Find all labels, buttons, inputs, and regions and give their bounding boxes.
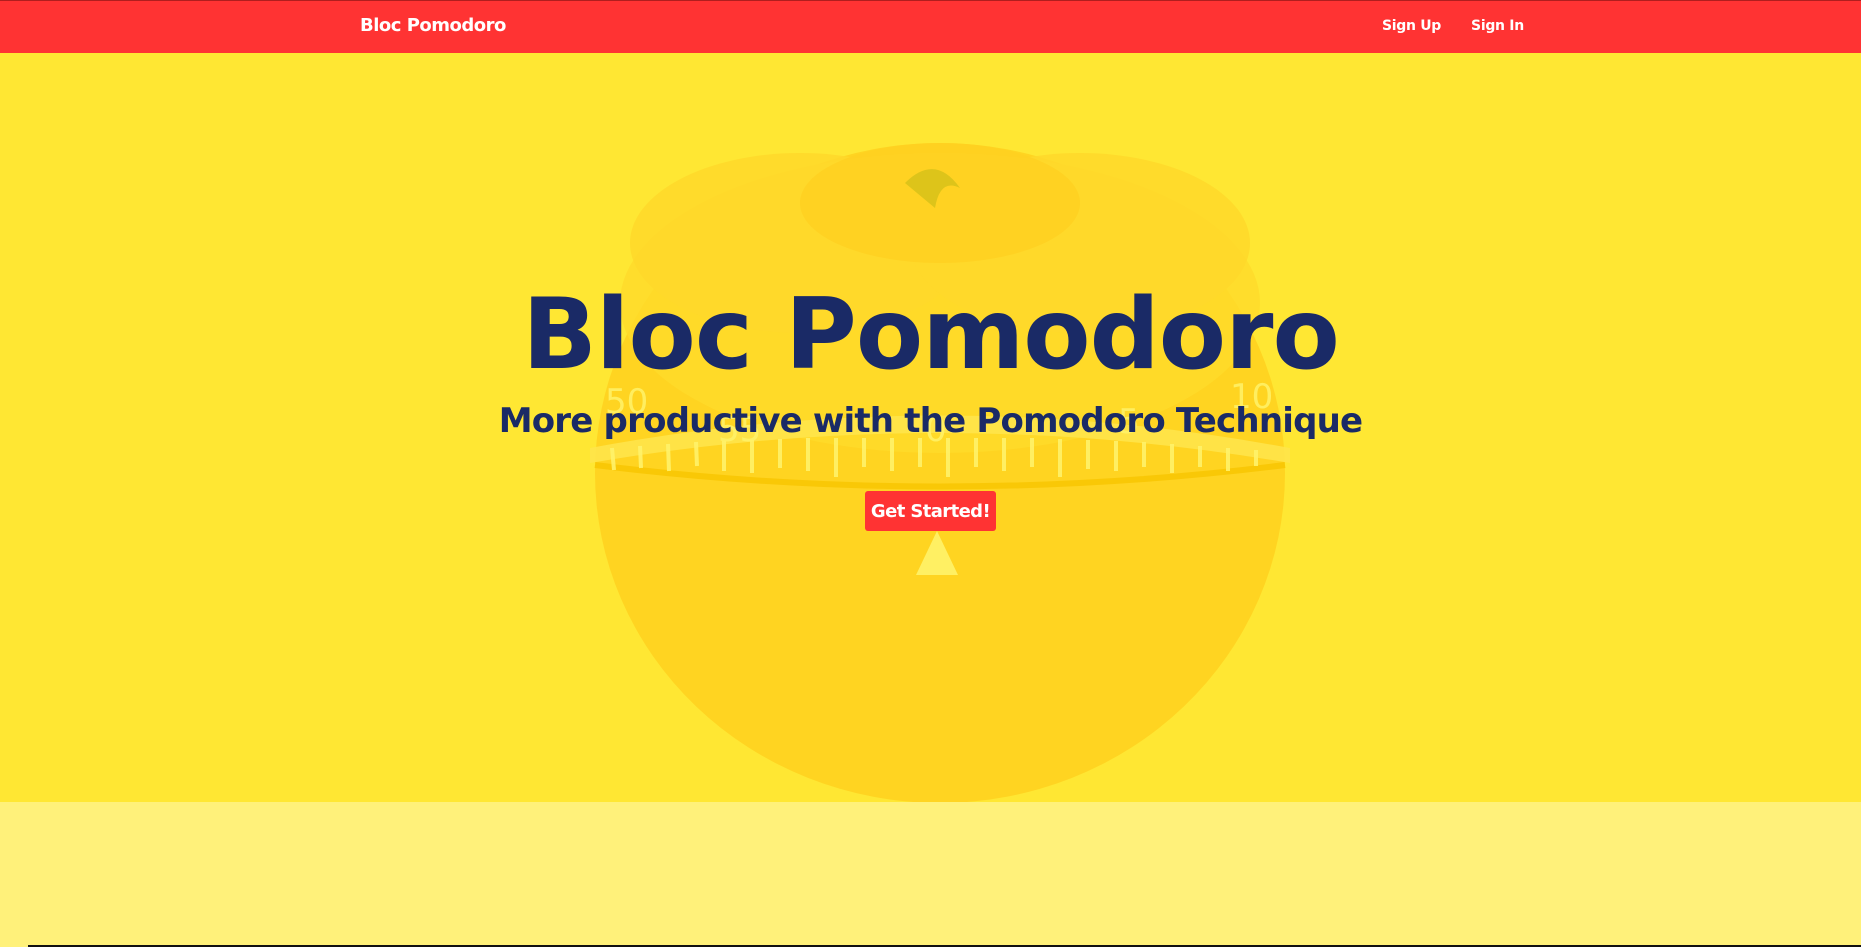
hero-title: Bloc Pomodoro <box>522 278 1340 392</box>
lower-section <box>0 802 1861 945</box>
sign-in-link[interactable]: Sign In <box>1471 18 1524 34</box>
nav-links: Sign Up Sign In <box>1382 18 1524 34</box>
sign-up-link[interactable]: Sign Up <box>1382 18 1441 34</box>
hero-subtitle: More productive with the Pomodoro Techni… <box>498 401 1363 441</box>
brand-link[interactable]: Bloc Pomodoro <box>360 15 506 36</box>
hero-section: 50 55 0 5 10 Bloc Pomodoro More producti… <box>0 53 1861 802</box>
top-navbar: Bloc Pomodoro Sign Up Sign In <box>0 0 1861 53</box>
get-started-button[interactable]: Get Started! <box>865 491 996 531</box>
